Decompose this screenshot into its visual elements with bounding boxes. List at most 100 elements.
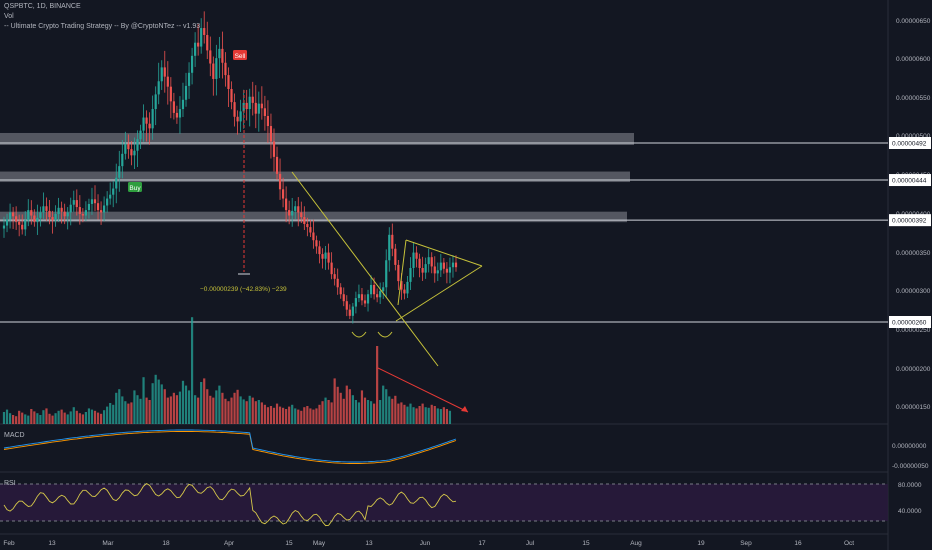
chart-canvas[interactable]: −0.00000239 (−42.83%) −239 Sell Buy 0.00000… bbox=[0, 0, 932, 550]
volume-bar bbox=[57, 410, 60, 424]
candle-body bbox=[106, 198, 109, 206]
candle-body bbox=[354, 298, 357, 307]
rsi-band bbox=[0, 484, 888, 521]
volume-bar bbox=[154, 374, 157, 424]
volume-bar bbox=[142, 377, 145, 424]
volume-bar bbox=[309, 408, 312, 424]
volume-bar bbox=[342, 398, 345, 424]
volume-bar bbox=[157, 379, 160, 424]
symbol-legend[interactable]: QSPBTC, 1D, BINANCE bbox=[4, 2, 81, 12]
candle-body bbox=[60, 207, 63, 212]
price-level-label: 0.00000260 bbox=[889, 316, 931, 328]
candle-body bbox=[385, 260, 388, 288]
x-tick-label: May bbox=[313, 540, 326, 547]
rsi-legend[interactable]: RSI bbox=[4, 479, 16, 489]
macd-tick-label: 0.00000000 bbox=[892, 443, 927, 450]
candle-body bbox=[18, 221, 21, 225]
volume-bar bbox=[278, 406, 282, 424]
volume-bar bbox=[8, 413, 12, 424]
candle-body bbox=[166, 76, 169, 87]
candle-body bbox=[388, 234, 391, 261]
volume-bar bbox=[145, 397, 148, 424]
candle-body bbox=[412, 252, 415, 268]
candle-body bbox=[115, 177, 118, 189]
candle-body bbox=[288, 210, 291, 216]
x-tick-label: 17 bbox=[478, 540, 486, 547]
volume-bar bbox=[400, 402, 403, 424]
candle-body bbox=[321, 254, 324, 259]
volume-bar bbox=[230, 397, 233, 424]
candle-body bbox=[5, 219, 9, 226]
candle-body bbox=[248, 96, 251, 110]
volume-bar bbox=[66, 414, 69, 424]
volume-bar bbox=[272, 407, 276, 424]
volume-bar bbox=[409, 403, 412, 424]
volume-bar bbox=[291, 404, 294, 424]
volume-bar bbox=[21, 412, 24, 424]
candle-body bbox=[245, 102, 248, 110]
volume-bar bbox=[33, 411, 36, 424]
candle-body bbox=[130, 149, 133, 156]
macd-legend[interactable]: MACD bbox=[4, 431, 25, 441]
candle-body bbox=[54, 213, 57, 221]
candle-body bbox=[403, 289, 406, 294]
volume-legend[interactable]: Vol bbox=[4, 12, 14, 22]
strategy-legend[interactable]: -- Ultimate Crypto Trading Strategy -- B… bbox=[4, 22, 200, 32]
price-level-label: 0.00000444 bbox=[889, 174, 931, 187]
volume-bar bbox=[163, 389, 166, 424]
candle-body bbox=[266, 115, 270, 127]
volume-bar bbox=[30, 409, 33, 424]
volume-bar bbox=[63, 412, 66, 424]
candle-body bbox=[75, 200, 78, 208]
y-tick-label: 0.00000250 bbox=[896, 327, 931, 334]
volume-bar bbox=[209, 395, 212, 424]
macd-line bbox=[3, 429, 457, 463]
chart-stage[interactable]: −0.00000239 (−42.83%) −239 Sell Buy 0.00000… bbox=[0, 0, 932, 550]
price-level-text: 0.00000492 bbox=[892, 141, 927, 148]
volume-bar bbox=[227, 401, 230, 424]
volume-bar bbox=[372, 403, 376, 424]
candle-body bbox=[263, 108, 266, 116]
candle-body bbox=[84, 210, 88, 216]
volume-bar bbox=[385, 389, 388, 424]
buy-signal-label: Buy bbox=[129, 185, 141, 192]
candle-body bbox=[448, 267, 452, 273]
volume-bar bbox=[388, 396, 391, 424]
volume-bar bbox=[439, 409, 442, 424]
volume-bar bbox=[90, 409, 94, 424]
volume-bar bbox=[72, 407, 75, 424]
sell-signal: Sell bbox=[233, 50, 247, 60]
volume-bar bbox=[118, 389, 121, 424]
candle-body bbox=[312, 232, 315, 241]
x-tick-label: 18 bbox=[162, 540, 170, 547]
candle-body bbox=[409, 267, 412, 282]
volume-bar bbox=[306, 406, 309, 424]
candle-body bbox=[39, 212, 42, 218]
volume-bar bbox=[324, 397, 327, 424]
candle-body bbox=[397, 264, 400, 282]
volume-bar bbox=[27, 415, 30, 424]
candle-body bbox=[379, 291, 382, 298]
candle-body bbox=[257, 103, 260, 114]
candle-body bbox=[2, 225, 6, 229]
volume-bar bbox=[436, 408, 439, 424]
x-tick-label: 16 bbox=[794, 540, 802, 547]
volume-bar bbox=[391, 398, 394, 424]
volume-bar bbox=[130, 402, 133, 424]
volume-bar bbox=[339, 392, 342, 424]
y-tick-label: 0.00000550 bbox=[896, 95, 931, 102]
volume-bar bbox=[418, 406, 421, 424]
candle-body bbox=[260, 103, 263, 109]
volume-bar bbox=[397, 403, 400, 424]
candle-body bbox=[324, 252, 327, 259]
volume-bar bbox=[184, 385, 188, 424]
candle-body bbox=[218, 48, 221, 59]
volume-bar bbox=[127, 403, 130, 424]
candle-body bbox=[194, 42, 197, 56]
candle-body bbox=[451, 262, 455, 268]
volume-bar bbox=[169, 396, 172, 424]
x-tick-label: 13 bbox=[365, 540, 373, 547]
sell-signal-label: Sell bbox=[235, 53, 246, 60]
candle-body bbox=[136, 139, 139, 151]
volume-bar bbox=[109, 403, 112, 424]
